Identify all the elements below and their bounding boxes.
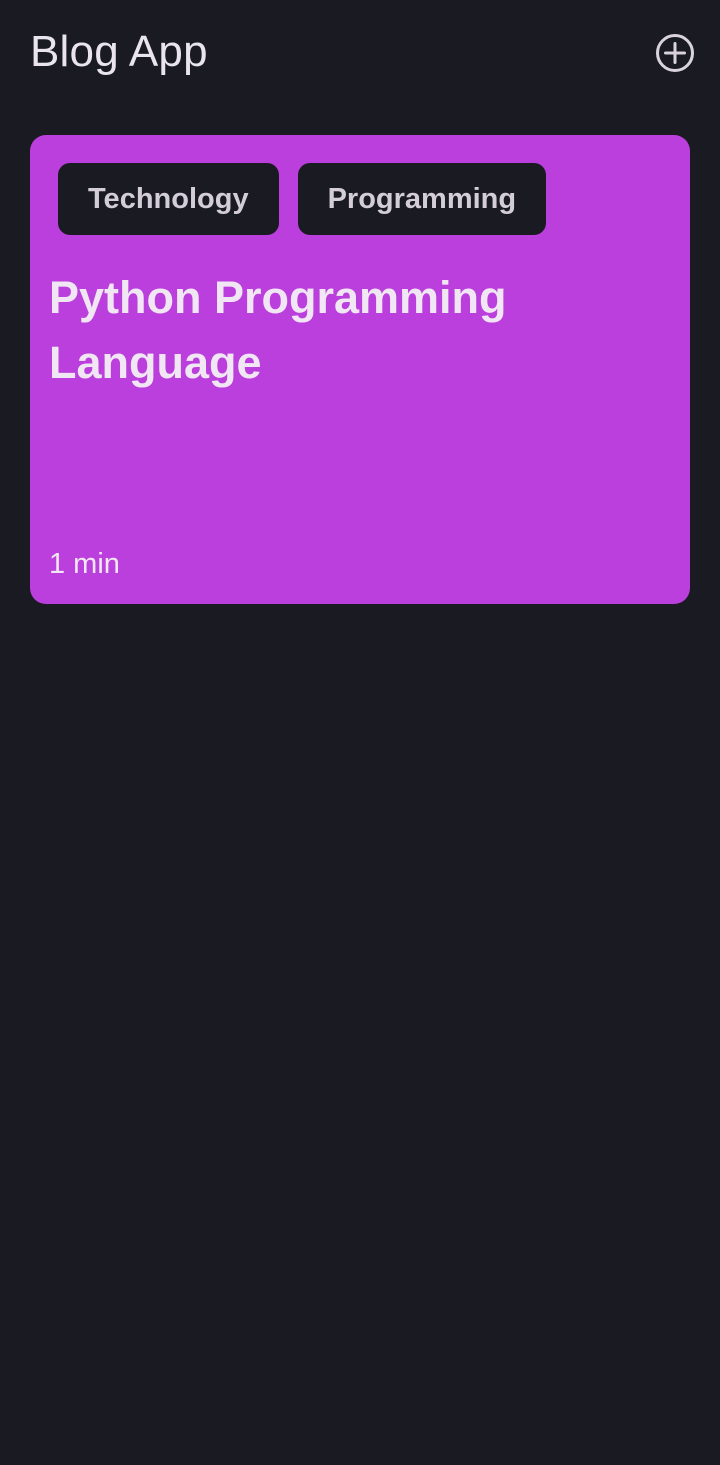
topic-chip-technology: Technology [58, 163, 279, 235]
add-circle-icon [656, 34, 694, 72]
reading-time: 1 min [49, 548, 120, 580]
topic-list: Technology Programming [58, 163, 547, 235]
app-bar: Blog App [0, 0, 720, 106]
blog-feed: Technology Programming Python Programmin… [30, 135, 690, 604]
blog-title: Python Programming Language [49, 272, 507, 388]
blog-card[interactable]: Technology Programming Python Programmin… [30, 135, 690, 604]
app-title: Blog App [30, 27, 208, 76]
add-blog-button[interactable] [653, 31, 697, 75]
topic-chip-programming: Programming [297, 163, 547, 235]
